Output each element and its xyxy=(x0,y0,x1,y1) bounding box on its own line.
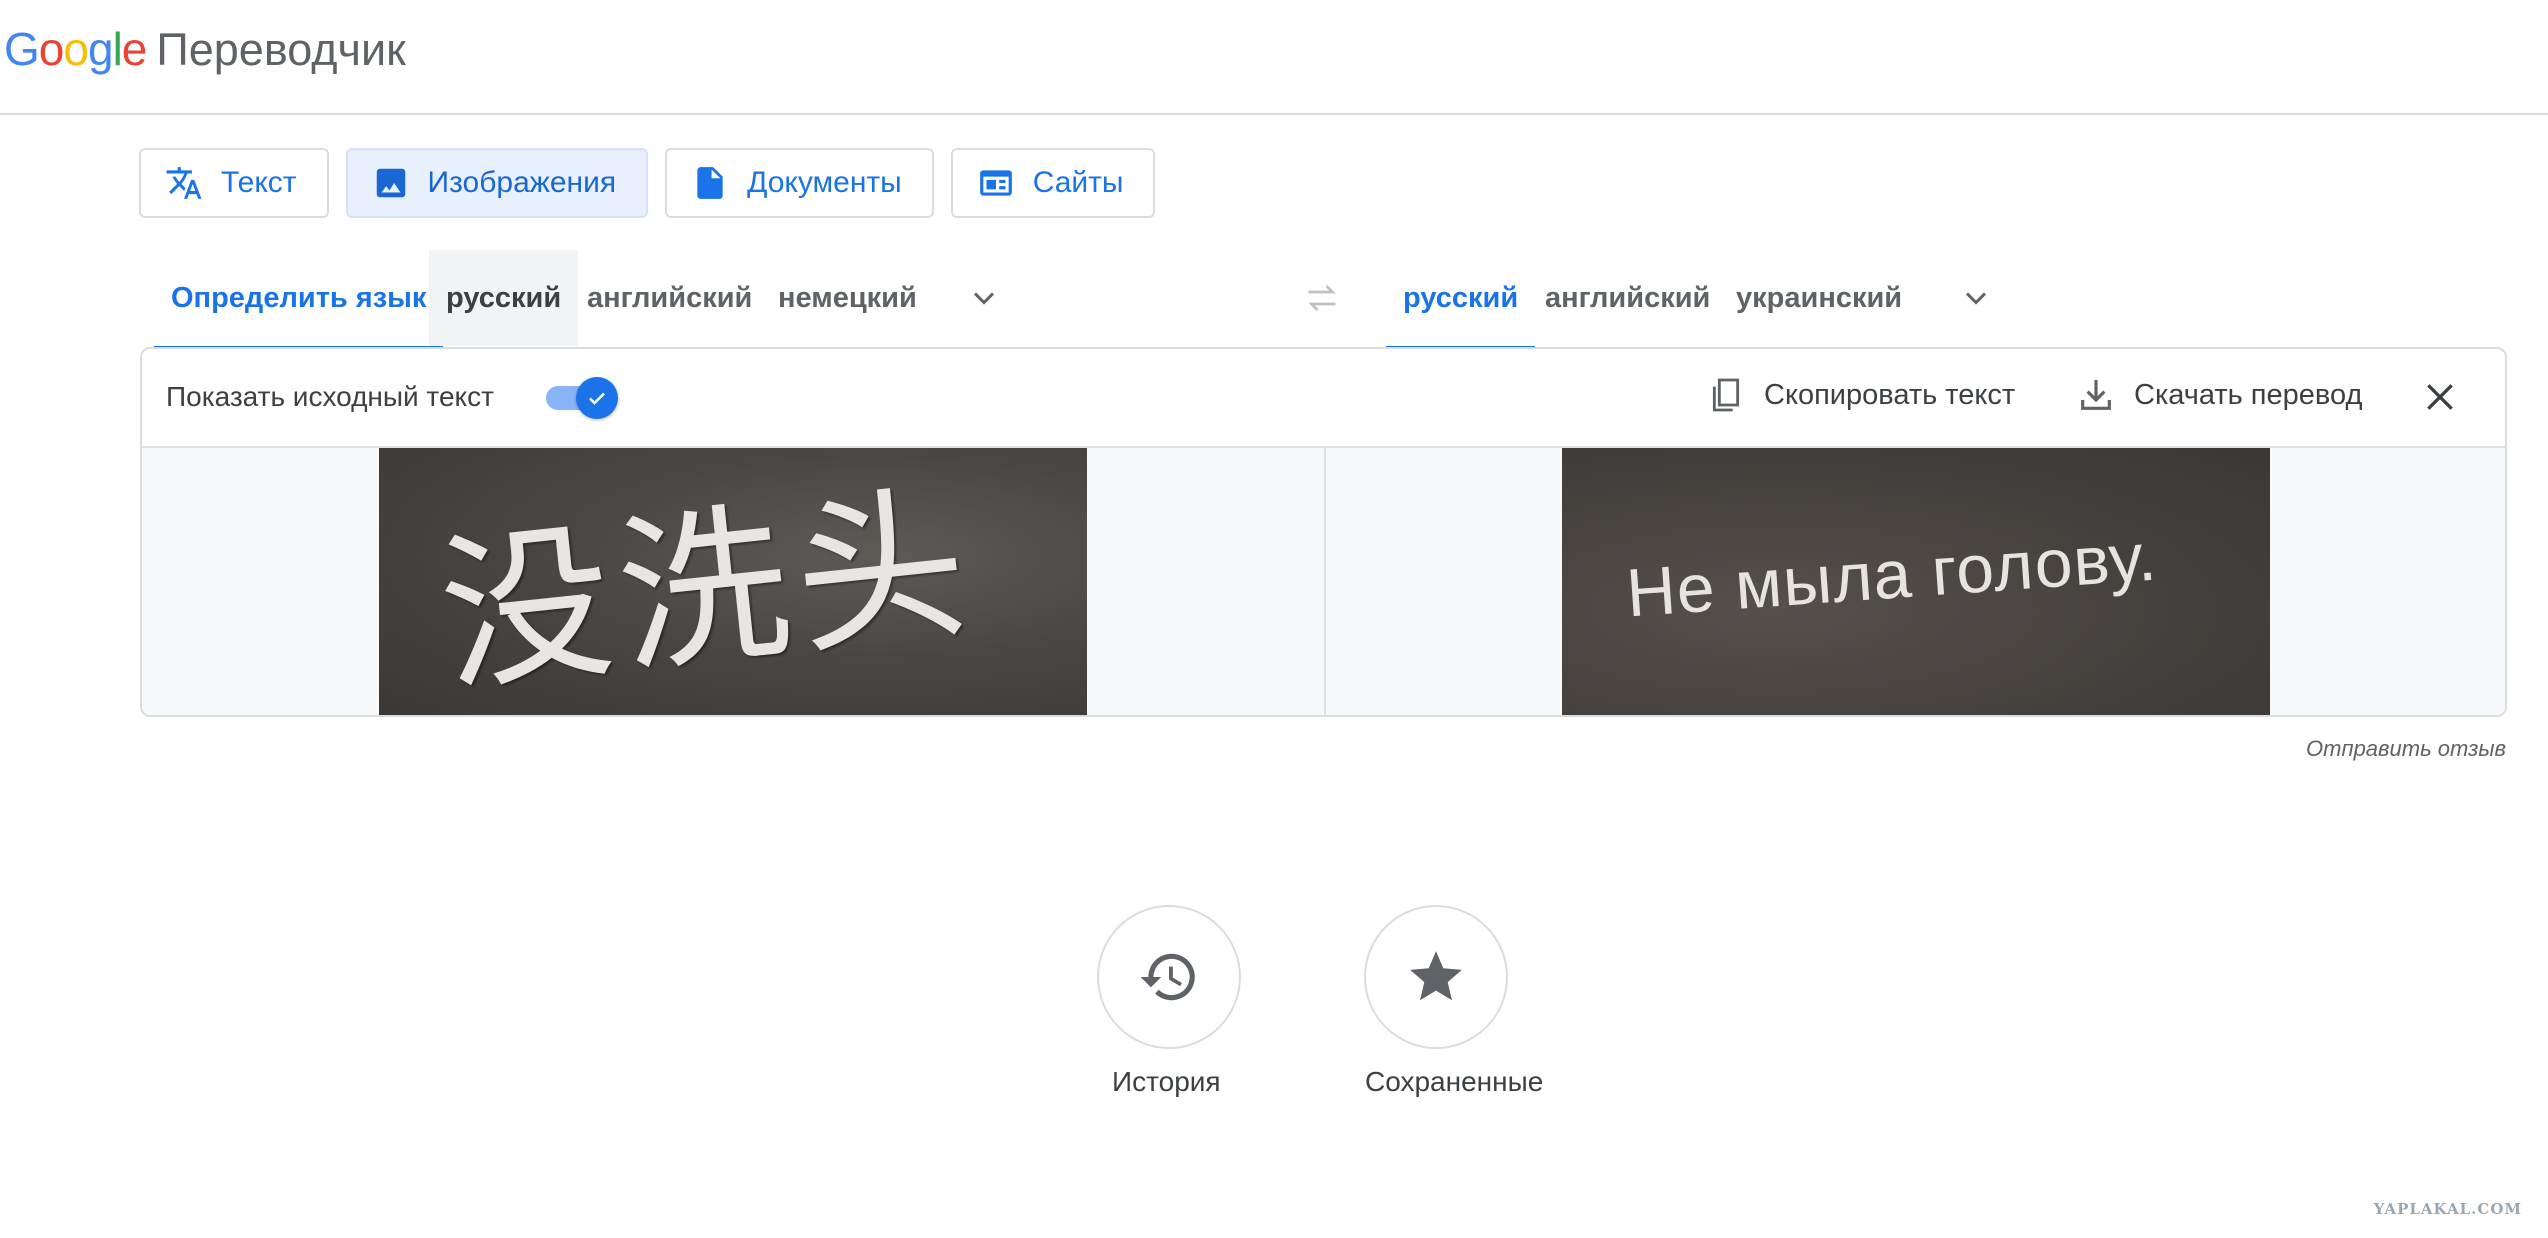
translated-image: Не мыла голову. xyxy=(1562,448,2270,715)
logo-letter-l: l xyxy=(112,23,123,75)
download-translation-button[interactable]: Скачать перевод xyxy=(2076,375,2362,415)
download-icon xyxy=(2081,380,2111,410)
source-image-text: 没洗头 xyxy=(431,464,984,717)
download-translation-label: Скачать перевод xyxy=(2134,378,2363,411)
history-label: История xyxy=(1112,1066,1221,1097)
product-name: Переводчик xyxy=(156,24,406,75)
logo-letter-g2: g xyxy=(87,23,114,75)
logo-letter-e: e xyxy=(121,23,148,75)
target-lang-russian[interactable]: русский xyxy=(1386,250,1536,350)
chevron-down-icon[interactable] xyxy=(966,280,1002,316)
translated-image-text: Не мыла голову. xyxy=(1623,518,2160,632)
tab-images-label: Изображения xyxy=(427,166,617,199)
saved-label: Сохраненные xyxy=(1365,1066,1544,1097)
copy-text-label: Скопировать текст xyxy=(1764,378,2016,411)
source-lang-detect[interactable]: Определить язык xyxy=(154,250,444,350)
app-header: G o o g l e Переводчик xyxy=(0,0,2548,115)
copy-icon xyxy=(1712,378,1740,412)
star-icon xyxy=(1410,951,1462,1001)
target-language-bar: русский английский украинский xyxy=(1386,250,2006,350)
image-icon xyxy=(376,168,405,198)
target-lang-ukrainian[interactable]: украинский xyxy=(1719,250,1919,346)
source-lang-english[interactable]: английский xyxy=(570,250,769,346)
close-icon[interactable] xyxy=(2420,377,2460,417)
google-translate-logo[interactable]: G o o g l e Переводчик xyxy=(4,22,406,82)
show-source-label: Показать исходный текст xyxy=(166,381,494,412)
source-image: 没洗头 xyxy=(379,448,1087,717)
watermark: YAPLAKAL.COM xyxy=(2373,1200,2522,1218)
saved-button[interactable] xyxy=(1364,905,1508,1049)
translate-icon xyxy=(166,167,202,199)
tab-images[interactable]: Изображения xyxy=(345,148,649,218)
website-icon xyxy=(979,170,1012,196)
tab-documents[interactable]: Документы xyxy=(665,148,934,218)
target-lang-english[interactable]: английский xyxy=(1528,250,1727,346)
history-button[interactable] xyxy=(1097,905,1241,1049)
tab-websites-label: Сайты xyxy=(1032,166,1124,199)
chevron-down-icon[interactable] xyxy=(1958,280,1994,316)
mode-tabs: Текст Изображения Документы Сайты xyxy=(139,148,1156,218)
toggle-thumb xyxy=(576,377,618,419)
panel-toolbar: Показать исходный текст Скопировать текс… xyxy=(142,349,2505,448)
tab-text[interactable]: Текст xyxy=(139,148,329,218)
logo-letter-g: G xyxy=(4,23,40,75)
logo-letter-o1: o xyxy=(38,23,65,75)
tab-websites[interactable]: Сайты xyxy=(950,148,1156,218)
send-feedback-link[interactable]: Отправить отзыв xyxy=(2306,736,2506,762)
copy-text-button[interactable]: Скопировать текст xyxy=(1706,375,2015,415)
source-image-area: 没洗头 xyxy=(142,448,1326,717)
tab-documents-label: Документы xyxy=(747,166,902,199)
source-language-bar: Определить язык русский английский немец… xyxy=(154,250,1254,350)
show-source-toggle[interactable] xyxy=(542,377,618,419)
history-icon xyxy=(1140,953,1195,1001)
source-lang-russian[interactable]: русский xyxy=(429,250,579,346)
source-lang-german[interactable]: немецкий xyxy=(761,250,934,346)
logo-letter-o2: o xyxy=(63,23,89,75)
check-icon xyxy=(589,392,605,405)
document-icon xyxy=(697,167,723,199)
tab-text-label: Текст xyxy=(221,166,297,199)
image-translation-panel: Показать исходный текст Скопировать текс… xyxy=(140,347,2507,717)
translated-image-area: Не мыла голову. xyxy=(1326,448,2505,715)
swap-languages-icon[interactable] xyxy=(1300,280,1344,316)
